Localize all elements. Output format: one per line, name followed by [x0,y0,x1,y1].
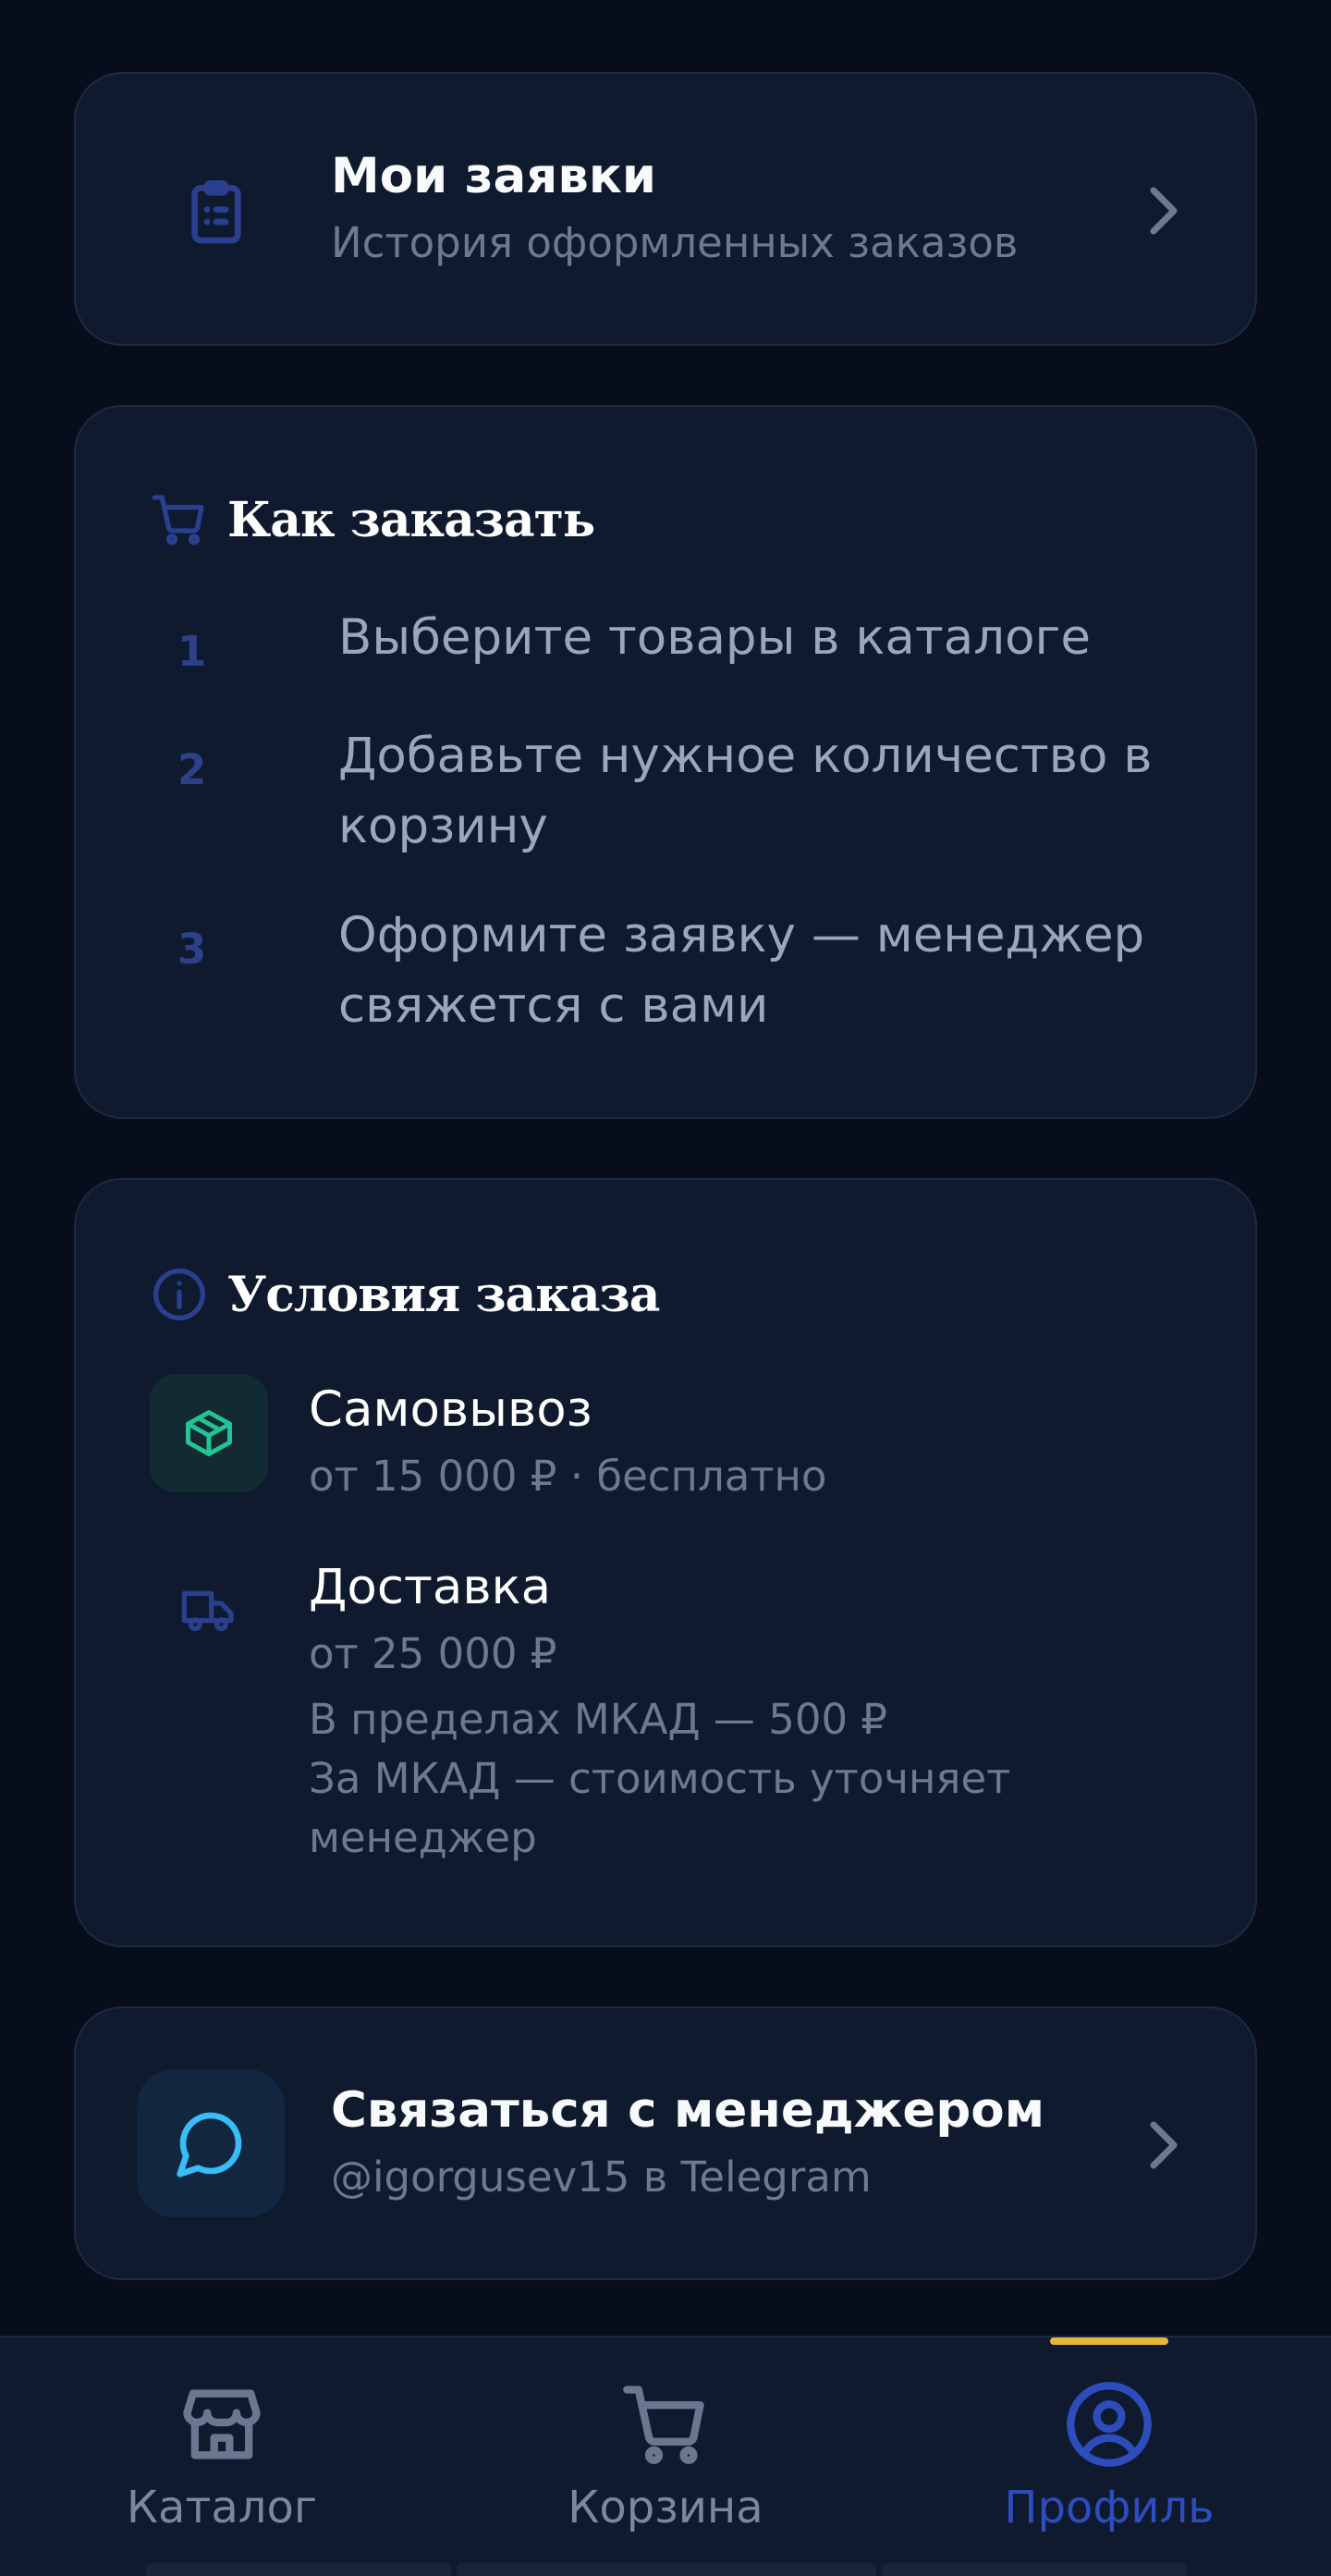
step-number: 1 [177,627,207,676]
contact-manager-subtitle: @igorgusev15 в Telegram [331,2153,872,2202]
how-to-order-card: Как заказать 1 Выберите товары в каталог… [74,405,1257,1119]
info-icon [153,1269,205,1320]
user-circle-icon [1067,2382,1152,2467]
step-number: 3 [177,925,207,974]
active-tab-indicator [1050,2337,1168,2345]
profile-page: Мои заявки История оформленных заказов К… [0,0,1331,2576]
my-orders-title: Мои заявки [331,148,656,204]
order-conditions-title: Условия заказа [227,1266,660,1323]
chevron-right-icon [1150,187,1178,235]
pickup-title: Самовывоз [309,1381,592,1438]
my-orders-card[interactable]: Мои заявки История оформленных заказов [74,72,1257,346]
nav-label-catalog: Каталог [126,2482,318,2533]
nav-label-cart: Корзина [568,2482,763,2533]
contact-manager-card[interactable]: Связаться с менеджером @igorgusev15 в Te… [74,2006,1257,2280]
delivery-note-mkad: В пределах МКАД — 500 ₽ [309,1695,888,1744]
clipboard-list-icon [191,180,241,244]
nav-item-cart[interactable]: Корзина [481,2337,850,2576]
cart-icon [623,2386,704,2464]
nav-label-profile: Профиль [1004,2482,1215,2533]
my-orders-subtitle: История оформленных заказов [331,218,1019,267]
store-icon [183,2389,261,2459]
truck-icon [181,1590,234,1632]
bottom-nav-bar: Каталог Корзина Профиль [0,2336,1331,2576]
nav-item-profile[interactable]: Профиль [924,2337,1294,2576]
pickup-subtitle: от 15 000 ₽ · бесплатно [309,1452,827,1501]
contact-manager-title: Связаться с менеджером [331,2082,1045,2139]
home-bar-segment [457,2563,876,2576]
cart-icon [152,495,204,546]
step-text: Оформите заявку — менеджер свяжется с ва… [338,907,1145,1034]
delivery-icon-badge [150,1552,268,1670]
how-to-order-header: Как заказать [150,490,595,549]
delivery-subtitle: от 25 000 ₽ [309,1629,557,1678]
order-conditions-header: Условия заказа [150,1265,660,1324]
package-icon [186,1410,232,1456]
step-text: Добавьте нужное количество в корзину [338,728,1153,854]
delivery-note-outside: За МКАД — стоимость уточняет менеджер [309,1754,1011,1862]
chevron-right-icon [1150,2121,1178,2169]
step-text: Выберите товары в каталоге [338,609,1091,666]
home-bar-segment [146,2563,451,2576]
chat-icon-badge [137,2069,285,2217]
step-number: 2 [177,745,207,794]
delivery-title: Доставка [309,1559,552,1615]
order-conditions-card: Условия заказа Самовывоз от 15 000 ₽ · б… [74,1178,1257,1947]
how-to-order-title: Как заказать [227,491,595,548]
home-bar-segment [882,2563,1187,2576]
pickup-icon-badge [150,1374,268,1492]
nav-item-catalog[interactable]: Каталог [37,2337,407,2576]
chat-bubble-icon [177,2112,242,2177]
